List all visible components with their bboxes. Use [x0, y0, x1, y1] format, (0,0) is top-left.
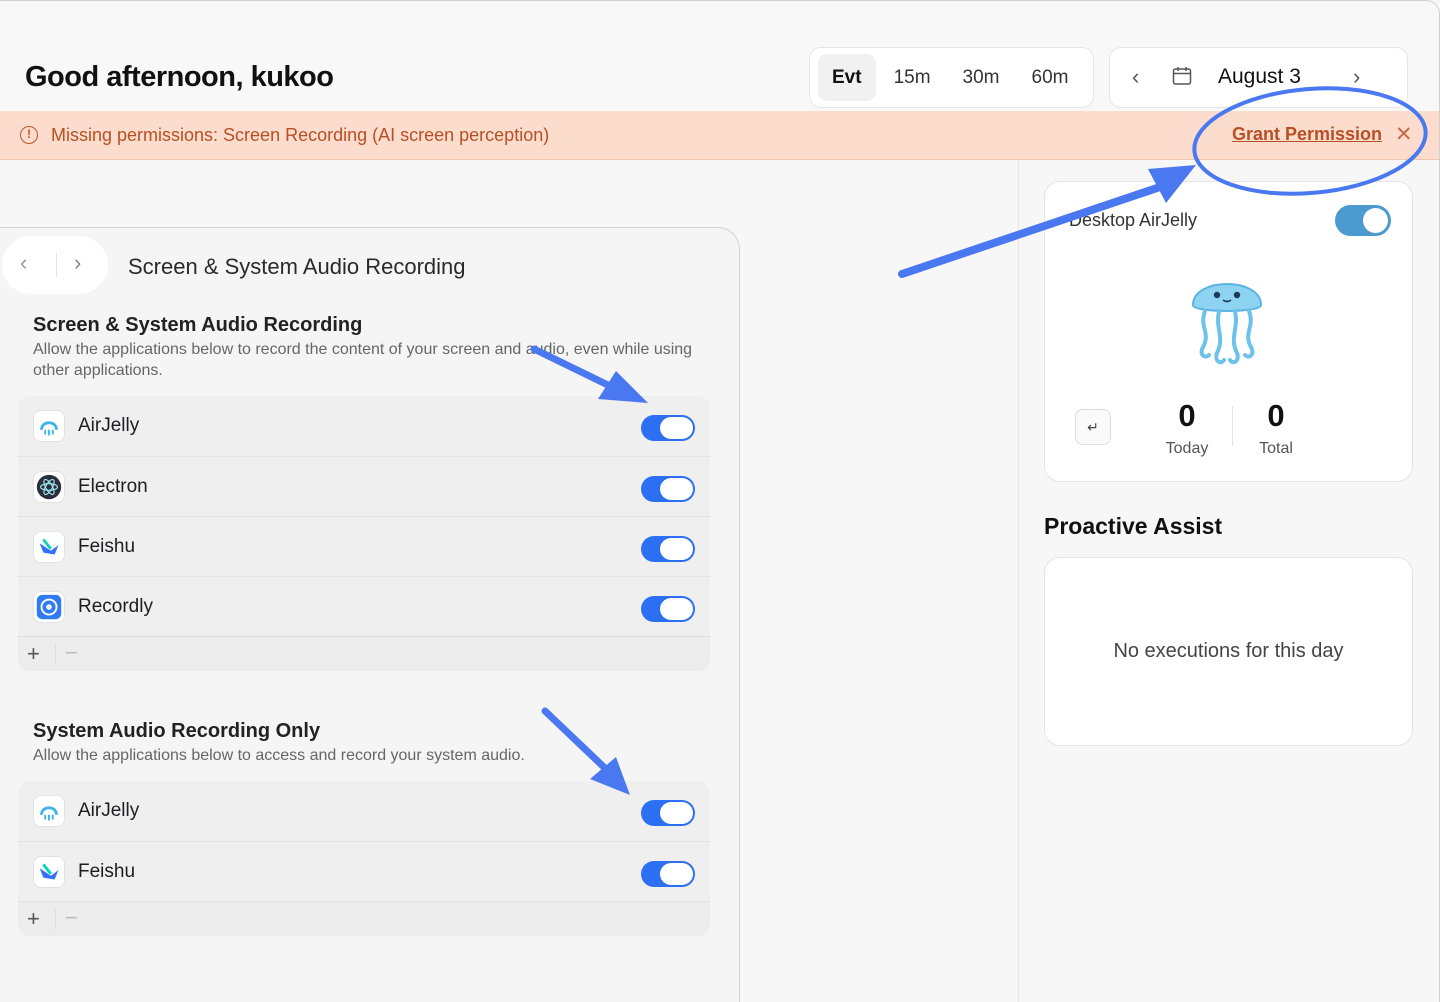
proactive-assist-card: No executions for this day: [1044, 557, 1413, 746]
chevron-left-icon[interactable]: ‹: [1132, 64, 1139, 90]
stat-today-label: Today: [1165, 440, 1209, 457]
forward-chevron-icon[interactable]: ›: [74, 250, 81, 276]
stat-divider: [1232, 406, 1233, 446]
current-date[interactable]: August 3: [1218, 65, 1301, 89]
app-row-electron: Electron: [18, 456, 710, 516]
close-icon[interactable]: ✕: [1395, 122, 1413, 147]
system-settings-panel: ‹ › Screen & System Audio Recording Scre…: [0, 227, 740, 1002]
empty-state-message: No executions for this day: [1113, 640, 1344, 662]
toggle-audio-airjelly[interactable]: [641, 800, 695, 826]
app-name: Electron: [78, 476, 148, 497]
tab-30m[interactable]: 30m: [949, 54, 1014, 101]
app-row-recordly: Recordly: [18, 576, 710, 636]
app-name: Feishu: [78, 861, 136, 882]
calendar-icon[interactable]: [1172, 66, 1192, 86]
recordly-app-icon: [33, 591, 65, 623]
list-footer: + −: [18, 901, 710, 936]
electron-app-icon: [33, 471, 65, 503]
app-row-airjelly: AirJelly: [18, 781, 710, 841]
stat-total-label: Total: [1259, 440, 1293, 457]
tab-15m[interactable]: 15m: [880, 54, 945, 101]
greeting-title: Good afternoon, kukoo: [25, 61, 334, 93]
nav-separator: [56, 253, 57, 277]
stat-total: 0 Total: [1241, 398, 1311, 458]
section-title-screen-audio: Screen & System Audio Recording: [33, 314, 363, 336]
audio-only-app-list: AirJelly Feishu + −: [18, 781, 710, 936]
jellyfish-mascot-icon: [1191, 283, 1263, 365]
date-navigator: ‹ August 3 ›: [1109, 47, 1408, 108]
enter-button[interactable]: ↵: [1075, 409, 1111, 445]
alert-circle-icon: !: [20, 126, 38, 144]
toggle-audio-feishu[interactable]: [641, 861, 695, 887]
permission-warning-text: Missing permissions: Screen Recording (A…: [51, 125, 550, 145]
settings-nav-buttons: ‹ ›: [2, 236, 108, 294]
feishu-app-icon: [33, 856, 65, 888]
airjelly-app-icon: [33, 410, 65, 442]
footer-separator: [55, 909, 56, 929]
grant-permission-link[interactable]: Grant Permission: [1232, 124, 1382, 145]
toggle-screen-airjelly[interactable]: [641, 415, 695, 441]
missing-permissions-banner: ! Missing permissions: Screen Recording …: [0, 111, 1439, 160]
chevron-right-icon[interactable]: ›: [1353, 64, 1360, 90]
time-range-segmented-control: Evt 15m 30m 60m: [809, 47, 1094, 108]
desktop-airjelly-card: Desktop AirJelly ↵ 0 Today 0 Total: [1044, 181, 1413, 482]
toggle-screen-electron[interactable]: [641, 476, 695, 502]
airjelly-app-icon: [33, 795, 65, 827]
remove-app-button[interactable]: −: [65, 905, 78, 931]
stat-today-value: 0: [1178, 398, 1196, 433]
settings-page-title: Screen & System Audio Recording: [128, 254, 466, 279]
stat-today: 0 Today: [1152, 398, 1222, 458]
screen-audio-app-list: AirJelly Electron Feishu Recordly + −: [18, 396, 710, 671]
footer-separator: [55, 644, 56, 664]
airjelly-window: Good afternoon, kukoo Evt 15m 30m 60m ‹ …: [0, 0, 1440, 1002]
feishu-app-icon: [33, 531, 65, 563]
app-name: AirJelly: [78, 800, 140, 821]
app-row-airjelly: AirJelly: [18, 396, 710, 456]
desktop-airjelly-toggle[interactable]: [1335, 205, 1391, 236]
proactive-assist-title: Proactive Assist: [1044, 513, 1223, 539]
toggle-screen-feishu[interactable]: [641, 536, 695, 562]
top-bar: Good afternoon, kukoo Evt 15m 30m 60m ‹ …: [0, 1, 1439, 111]
tab-60m[interactable]: 60m: [1018, 54, 1083, 101]
app-row-feishu: Feishu: [18, 841, 710, 901]
remove-app-button[interactable]: −: [65, 640, 78, 666]
app-row-feishu: Feishu: [18, 516, 710, 576]
section-title-audio-only: System Audio Recording Only: [33, 720, 321, 742]
toggle-screen-recordly[interactable]: [641, 596, 695, 622]
app-name: Feishu: [78, 536, 136, 557]
add-app-button[interactable]: +: [27, 906, 40, 932]
back-chevron-icon[interactable]: ‹: [20, 250, 27, 276]
stat-total-value: 0: [1267, 398, 1285, 433]
add-app-button[interactable]: +: [27, 641, 40, 667]
section-description-screen-audio: Allow the applications below to record t…: [33, 341, 693, 379]
section-description-audio-only: Allow the applications below to access a…: [33, 747, 525, 764]
desktop-airjelly-title: Desktop AirJelly: [1069, 210, 1198, 230]
panel-divider: [1018, 160, 1019, 1002]
app-name: AirJelly: [78, 415, 140, 436]
tab-evt[interactable]: Evt: [818, 54, 876, 101]
app-name: Recordly: [78, 596, 153, 617]
list-footer: + −: [18, 636, 710, 671]
